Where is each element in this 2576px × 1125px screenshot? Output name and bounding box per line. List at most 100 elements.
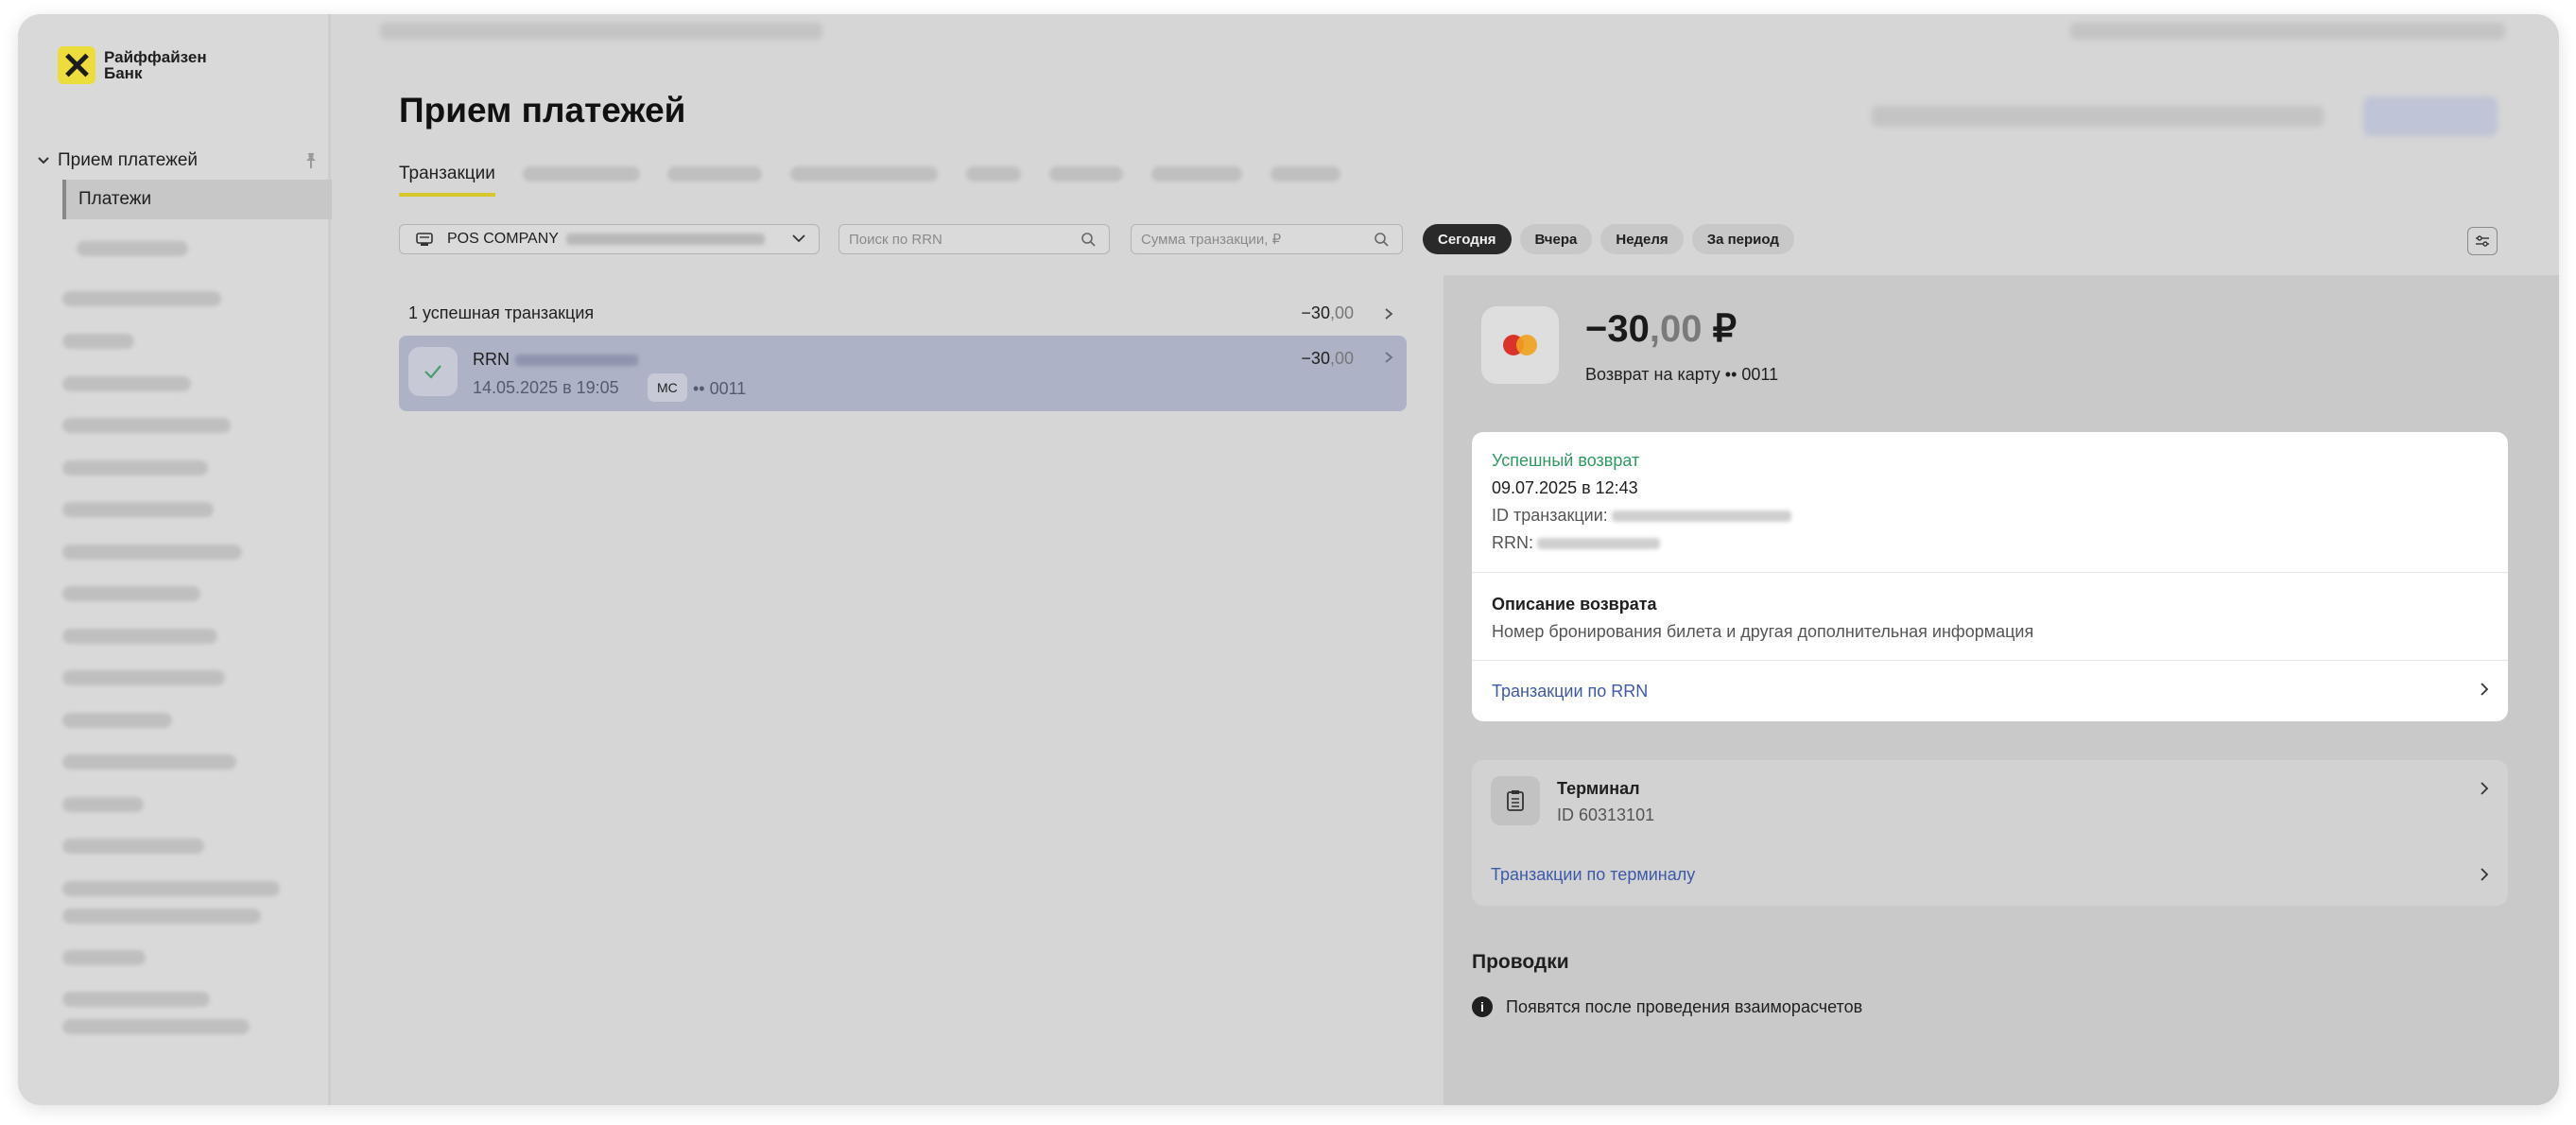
sidebar-item-payments[interactable]: Платежи [62,180,332,219]
sidebar-item-redacted[interactable] [62,950,146,965]
period-today-button[interactable]: Сегодня [1423,224,1512,254]
bank-name: Райффайзен Банк [104,48,207,82]
mastercard-icon [1481,306,1559,384]
transaction-id: ID транзакции: [1492,506,1791,526]
sidebar-item-redacted[interactable] [77,241,188,256]
sidebar-section-title: Прием платежей [58,150,199,170]
chevron-right-icon[interactable] [2480,682,2489,697]
sliders-icon [2476,235,2489,247]
filters-bar: POS COMPANY Поиск по RRN Сумма транзакци… [399,224,2516,256]
search-icon [1081,233,1096,247]
company-selector-redacted[interactable] [1872,106,2324,127]
sidebar-item-redacted[interactable] [62,881,280,896]
pin-icon[interactable] [302,151,320,170]
raiffeisen-logo-icon [58,46,95,84]
sidebar-item-redacted[interactable] [62,909,261,924]
rrn-transactions-link[interactable]: Транзакции по RRN [1492,682,1648,701]
sidebar-item-redacted[interactable] [62,1019,250,1034]
chevron-right-icon [1385,352,1393,363]
sidebar-section-payments[interactable]: Прием платежей [37,144,320,178]
topbar-actions-redacted[interactable] [2070,23,2505,40]
tab-transactions[interactable]: Транзакции [399,164,495,197]
detail-amount: −30,00 ₽ [1585,308,1738,350]
postings-title: Проводки [1472,951,1569,973]
sidebar: Райффайзен Банк Прием платежей Платежи [18,14,332,1105]
bank-logo[interactable]: Райффайзен Банк [58,46,217,84]
chevron-down-icon [37,153,52,168]
tab-redacted[interactable] [966,166,1021,182]
rrn-search-input[interactable]: Поиск по RRN [838,224,1110,254]
sidebar-item-redacted[interactable] [62,629,217,644]
info-icon: i [1472,996,1493,1017]
card-type-badge: MC [648,373,687,402]
chevron-right-icon[interactable] [2480,867,2489,882]
main-content: Прием платежей Транзакции POS COMPANY По… [331,14,2559,1105]
check-icon [408,347,458,396]
rrn-value-redacted [1537,538,1660,550]
tab-redacted[interactable] [790,166,938,182]
terminal-name-redacted [565,234,765,245]
breadcrumb-redacted[interactable] [380,23,822,40]
amount-search-input[interactable]: Сумма транзакции, ₽ [1131,224,1403,254]
chevron-right-icon[interactable] [2480,781,2489,796]
refund-datetime: 09.07.2025 в 12:43 [1492,478,1638,497]
rrn-search-placeholder: Поиск по RRN [849,231,942,248]
transaction-rrn: RRN [473,350,638,370]
divider [1472,572,2508,573]
transactions-list: 1 успешная транзакция −30,00 RRN 14.05.2… [399,290,1407,411]
tab-redacted[interactable] [667,166,762,182]
postings-info: i Появятся после проведения взаиморасчет… [1472,996,1862,1017]
sidebar-item-redacted[interactable] [62,586,200,601]
primary-action-redacted[interactable] [2363,96,2498,136]
chevron-right-icon [1385,308,1393,320]
transaction-id-redacted [1611,511,1791,523]
transaction-detail-panel: −30,00 ₽ Возврат на карту •• 0011 Успешн… [1444,275,2559,1105]
period-pills: Сегодня Вчера Неделя За период [1423,224,1794,254]
sidebar-item-redacted[interactable] [62,376,191,391]
sidebar-item-redacted[interactable] [62,418,231,433]
app-window: Райффайзен Банк Прием платежей Платежи П… [18,14,2559,1105]
sidebar-item-label: Платежи [78,189,152,209]
terminal-card: Терминал ID 60313101 Транзакции по терми… [1472,760,2508,906]
terminal-icon [1491,776,1540,825]
transaction-amount: −30,00 [1301,349,1354,368]
transactions-summary-label: 1 успешная транзакция [408,303,595,322]
terminal-transactions-link[interactable]: Транзакции по терминалу [1491,865,1695,885]
period-week-button[interactable]: Неделя [1600,224,1684,254]
refund-rrn: RRN: [1492,533,1660,553]
tab-redacted[interactable] [523,166,640,182]
sidebar-item-redacted[interactable] [62,670,225,685]
sidebar-item-redacted[interactable] [62,797,144,812]
rrn-value-redacted [515,355,638,367]
sidebar-item-redacted[interactable] [62,992,210,1007]
sidebar-item-redacted[interactable] [62,502,214,517]
tab-bar: Транзакции [399,164,495,197]
card-mask: •• 0011 [693,379,747,398]
transaction-row[interactable]: RRN 14.05.2025 в 19:05 MC •• 0011 −30,00 [399,336,1407,411]
period-yesterday-button[interactable]: Вчера [1519,224,1593,254]
description-text: Номер бронирования билета и другая допол… [1492,622,2034,641]
amount-search-placeholder: Сумма транзакции, ₽ [1141,232,1282,248]
sidebar-item-redacted[interactable] [62,334,134,349]
tab-redacted[interactable] [1271,166,1340,182]
divider [1472,660,2508,661]
filter-settings-button[interactable] [2467,227,2498,255]
period-custom-button[interactable]: За период [1691,224,1794,254]
terminal-select[interactable]: POS COMPANY [399,224,820,254]
sidebar-item-redacted[interactable] [62,839,204,854]
terminal-title: Терминал [1557,779,1640,798]
sidebar-item-redacted[interactable] [62,545,242,560]
chevron-down-icon [790,232,807,245]
search-icon [1374,233,1389,247]
tab-redacted[interactable] [1151,166,1242,182]
page-title: Прием платежей [399,91,686,130]
tab-redacted[interactable] [1049,166,1123,182]
sidebar-item-redacted[interactable] [62,713,172,728]
sidebar-item-redacted[interactable] [62,754,236,770]
sidebar-item-redacted[interactable] [62,291,221,306]
transaction-datetime: 14.05.2025 в 19:05 [473,378,619,397]
terminal-id: ID 60313101 [1557,805,1655,824]
sidebar-item-redacted[interactable] [62,460,208,476]
transactions-summary[interactable]: 1 успешная транзакция −30,00 [399,290,1407,336]
refund-card-line: Возврат на карту •• 0011 [1585,365,1779,384]
